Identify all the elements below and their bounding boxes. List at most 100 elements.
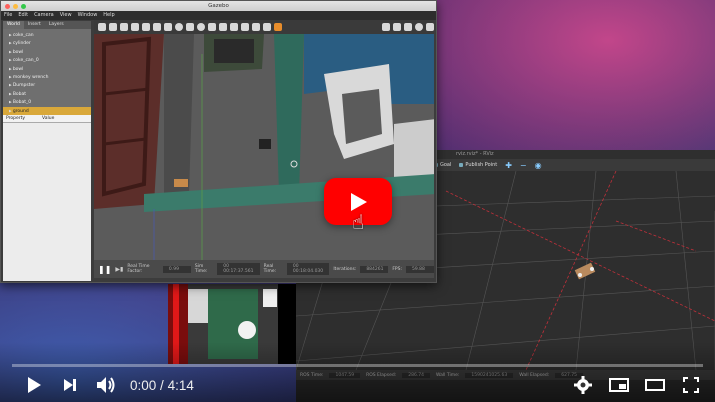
step-icon[interactable]: ▶▮	[115, 266, 123, 273]
rtf-label: Real Time Factor:	[127, 264, 150, 274]
gazebo-left-panel: World Insert Layers coke_can cylinder bo…	[3, 21, 91, 281]
maximize-window-icon[interactable]	[21, 3, 26, 9]
sim-time-label: Sim Time:	[194, 264, 208, 274]
rtf-value: 0.99	[162, 265, 191, 273]
miniplayer-button[interactable]	[601, 370, 637, 400]
record-icon[interactable]	[415, 23, 423, 31]
scale-icon[interactable]	[131, 23, 139, 31]
gazebo-toolbar	[94, 20, 434, 34]
tab-world[interactable]: World	[3, 21, 24, 29]
close-window-icon[interactable]	[5, 3, 10, 9]
cylinder-shape-icon[interactable]	[186, 23, 194, 31]
snap-icon[interactable]	[263, 23, 271, 31]
fullscreen-button[interactable]	[673, 370, 709, 400]
tree-item[interactable]: cylinder	[9, 39, 91, 47]
tree-item[interactable]: coke_can	[9, 31, 91, 39]
menu-edit[interactable]: Edit	[18, 11, 28, 20]
next-icon	[64, 379, 76, 391]
menu-file[interactable]: File	[4, 11, 12, 20]
menu-help[interactable]: Help	[103, 11, 114, 20]
tree-item[interactable]: bowl	[9, 48, 91, 56]
volume-icon	[97, 377, 115, 393]
gazebo-3d-scene[interactable]	[94, 34, 434, 260]
model-tree: coke_can cylinder bowl coke_can_0 bowl m…	[3, 29, 91, 115]
copy-icon[interactable]	[230, 23, 238, 31]
fullscreen-icon	[683, 377, 699, 393]
rviz-camera-tool[interactable]: ◉	[535, 161, 542, 170]
property-header: Property Value	[3, 115, 91, 123]
sphere-shape-icon[interactable]	[175, 23, 183, 31]
pause-icon[interactable]: ❚❚	[98, 265, 111, 274]
screenshot-icon[interactable]	[382, 23, 390, 31]
tree-item-selected[interactable]: ground	[3, 106, 91, 115]
tree-item[interactable]: Bobat_0	[9, 98, 91, 106]
miniplayer-icon	[609, 378, 629, 392]
menu-camera[interactable]: Camera	[34, 11, 54, 20]
gazebo-panel-tabs: World Insert Layers	[3, 21, 91, 29]
volume-button[interactable]	[88, 370, 124, 400]
rviz-goal-label: Goal	[440, 162, 452, 168]
theater-icon	[645, 379, 665, 391]
menu-window[interactable]: Window	[78, 11, 98, 20]
menu-view[interactable]: View	[60, 11, 72, 20]
paste-icon[interactable]	[241, 23, 249, 31]
play-button[interactable]	[16, 370, 52, 400]
tree-item[interactable]: bowl	[9, 65, 91, 73]
tab-insert[interactable]: Insert	[24, 21, 45, 29]
point-icon	[459, 163, 464, 167]
translate-icon[interactable]	[109, 23, 117, 31]
settings-button[interactable]	[565, 370, 601, 400]
spot-light-icon[interactable]	[208, 23, 216, 31]
iterations-value: 884261	[360, 265, 389, 273]
rviz-publish-point-tool[interactable]: Publish Point	[459, 162, 497, 168]
total-duration: 4:14	[167, 377, 194, 393]
gazebo-titlebar: Gazebo	[1, 1, 436, 11]
align-icon[interactable]	[252, 23, 260, 31]
next-button[interactable]	[52, 370, 88, 400]
log-icon[interactable]	[393, 23, 401, 31]
real-time-label: Real Time:	[263, 264, 277, 274]
point-light-icon[interactable]	[197, 23, 205, 31]
time-display: 0:00 / 4:14	[130, 378, 194, 393]
real-time-value: 00 00:18:04.030	[286, 263, 330, 275]
gear-icon	[574, 376, 592, 394]
current-time: 0:00	[130, 377, 157, 393]
robot-marker	[574, 262, 596, 280]
play-icon	[28, 377, 41, 393]
tree-item[interactable]: Bobat	[9, 90, 91, 98]
tree-item[interactable]: monkey wrench	[9, 73, 91, 81]
value-col-header: Value	[42, 116, 55, 121]
rotate-icon[interactable]	[120, 23, 128, 31]
fps-value: 59.88	[406, 265, 434, 273]
theater-mode-button[interactable]	[637, 370, 673, 400]
box-shape-icon[interactable]	[164, 23, 172, 31]
hand-cursor-icon: ☝	[352, 210, 365, 234]
tree-item[interactable]: Dumpster	[9, 81, 91, 89]
rviz-add-tool[interactable]: ✚	[505, 161, 512, 170]
gazebo-window: Gazebo File Edit Camera View Window Help…	[0, 0, 437, 283]
select-icon[interactable]	[98, 23, 106, 31]
plot-icon[interactable]	[404, 23, 412, 31]
gazebo-statusbar: ❚❚ ▶▮ Real Time Factor: 0.99 Sim Time: 0…	[94, 260, 434, 278]
video-icon[interactable]	[426, 23, 434, 31]
property-panel	[3, 123, 91, 281]
gazebo-menubar: File Edit Camera View Window Help	[1, 11, 436, 20]
fps-label: FPS:	[392, 266, 402, 272]
tab-layers[interactable]: Layers	[45, 21, 68, 29]
scene-render	[94, 34, 434, 260]
iterations-label: Iterations:	[333, 266, 357, 272]
undo-icon[interactable]	[142, 23, 150, 31]
gazebo-title: Gazebo	[208, 3, 229, 9]
time-separator: /	[160, 377, 164, 393]
video-progress-bar[interactable]	[12, 364, 703, 367]
rviz-publish-label: Publish Point	[465, 162, 498, 168]
sim-time-value: 00 00:17:37.561	[217, 263, 260, 275]
minimize-window-icon[interactable]	[13, 3, 18, 9]
rviz-remove-tool[interactable]: −	[520, 161, 527, 170]
property-col-header: Property	[6, 116, 26, 121]
directional-light-icon[interactable]	[219, 23, 227, 31]
video-controls: 0:00 / 4:14	[0, 370, 715, 400]
orange-tool-icon[interactable]	[274, 23, 282, 31]
tree-item[interactable]: coke_can_0	[9, 56, 91, 64]
redo-icon[interactable]	[153, 23, 161, 31]
